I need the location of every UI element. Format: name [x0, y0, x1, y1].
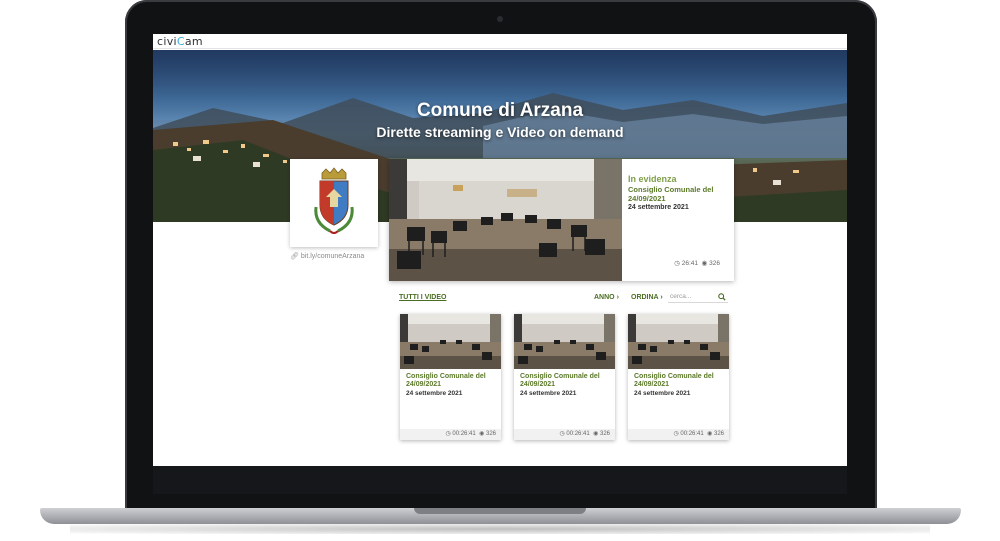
video-card[interactable]: Consiglio Comunale del 24/09/2021 24 set… [628, 314, 729, 440]
short-link[interactable]: 🔗︎ bit.ly/comuneArzana [290, 252, 364, 260]
video-duration: 00:26:41 [680, 431, 704, 437]
sort-filter-label: ORDINA [631, 294, 659, 301]
video-date: 24 settembre 2021 [520, 390, 577, 397]
short-link-label: bit.ly/comuneArzana [300, 253, 365, 260]
video-card-body: Consiglio Comunale del 24/09/2021 24 set… [520, 373, 610, 397]
camera-icon [497, 16, 503, 22]
laptop-shadow [70, 524, 930, 534]
video-card[interactable]: Consiglio Comunale del 24/09/2021 24 set… [514, 314, 615, 440]
search-icon[interactable] [718, 293, 726, 301]
page-subtitle: Dirette streaming e Video on demand [376, 124, 624, 140]
clock-icon: ◷ [559, 431, 565, 437]
clock-icon: ◷ [673, 431, 679, 437]
coat-of-arms-icon [314, 167, 354, 234]
year-filter-label: ANNO [594, 294, 615, 301]
featured-duration: 26:41 [681, 260, 699, 267]
eye-icon: ◉ [707, 431, 713, 437]
page-title: Comune di Arzana [416, 100, 584, 121]
video-title[interactable]: Consiglio Comunale del 24/09/2021 [520, 373, 610, 389]
featured-label: In evidenza [628, 174, 677, 184]
meeting-room-image [389, 159, 622, 281]
video-thumbnail[interactable] [514, 314, 615, 369]
filter-bar: TUTTI I VIDEO ANNO › ORDINA › [399, 291, 729, 306]
video-views: 326 [485, 431, 496, 437]
featured-stats: ◷ 26:41 ◉ 326 [674, 259, 720, 267]
video-views: 326 [599, 431, 610, 437]
municipality-crest-card[interactable] [290, 159, 378, 247]
video-card[interactable]: Consiglio Comunale del 24/09/2021 24 set… [400, 314, 501, 440]
eye-icon: ◉ [479, 431, 485, 437]
featured-video[interactable]: In evidenza Consiglio Comunale del 24/09… [389, 159, 734, 281]
chevron-right-icon: › [660, 294, 663, 301]
video-title[interactable]: Consiglio Comunale del 24/09/2021 [634, 373, 724, 389]
featured-title[interactable]: Consiglio Comunale del 24/09/2021 [628, 185, 728, 203]
eye-icon: ◉ [593, 431, 599, 437]
video-duration: 00:26:41 [566, 431, 590, 437]
meeting-room-image [514, 314, 615, 369]
meeting-room-image [400, 314, 501, 369]
year-filter[interactable]: ANNO › [594, 294, 619, 301]
video-thumbnail[interactable] [628, 314, 729, 369]
video-duration: 00:26:41 [452, 431, 476, 437]
video-thumbnail[interactable] [400, 314, 501, 369]
browser-screen: civiCam Comune di Arzana Dirette streami… [153, 34, 847, 466]
video-date: 24 settembre 2021 [406, 390, 463, 397]
video-title[interactable]: Consiglio Comunale del 24/09/2021 [406, 373, 496, 389]
video-card-body: Consiglio Comunale del 24/09/2021 24 set… [406, 373, 496, 397]
video-stats: ◷ 00:26:41 ◉ 326 [400, 429, 501, 440]
tab-all-videos[interactable]: TUTTI I VIDEO [399, 294, 446, 301]
eye-icon: ◉ [701, 260, 708, 267]
clock-icon: ◷ [445, 431, 451, 437]
sort-filter[interactable]: ORDINA › [631, 294, 663, 301]
video-stats: ◷ 00:26:41 ◉ 326 [514, 429, 615, 440]
featured-thumbnail[interactable] [389, 159, 622, 281]
laptop-bezel [153, 466, 847, 494]
meeting-room-image [628, 314, 729, 369]
video-views: 326 [713, 431, 724, 437]
video-date: 24 settembre 2021 [634, 390, 691, 397]
civicam-logo[interactable]: civiCam [157, 35, 203, 48]
link-icon: 🔗︎ [290, 253, 299, 260]
clock-icon: ◷ [674, 260, 680, 267]
top-bar: civiCam [153, 34, 847, 49]
featured-views: 326 [709, 260, 720, 267]
chevron-right-icon: › [616, 294, 619, 301]
featured-date: 24 settembre 2021 [628, 204, 689, 211]
featured-info: In evidenza Consiglio Comunale del 24/09… [622, 159, 734, 281]
video-stats: ◷ 00:26:41 ◉ 326 [628, 429, 729, 440]
laptop-notch [414, 508, 586, 514]
video-card-body: Consiglio Comunale del 24/09/2021 24 set… [634, 373, 724, 397]
